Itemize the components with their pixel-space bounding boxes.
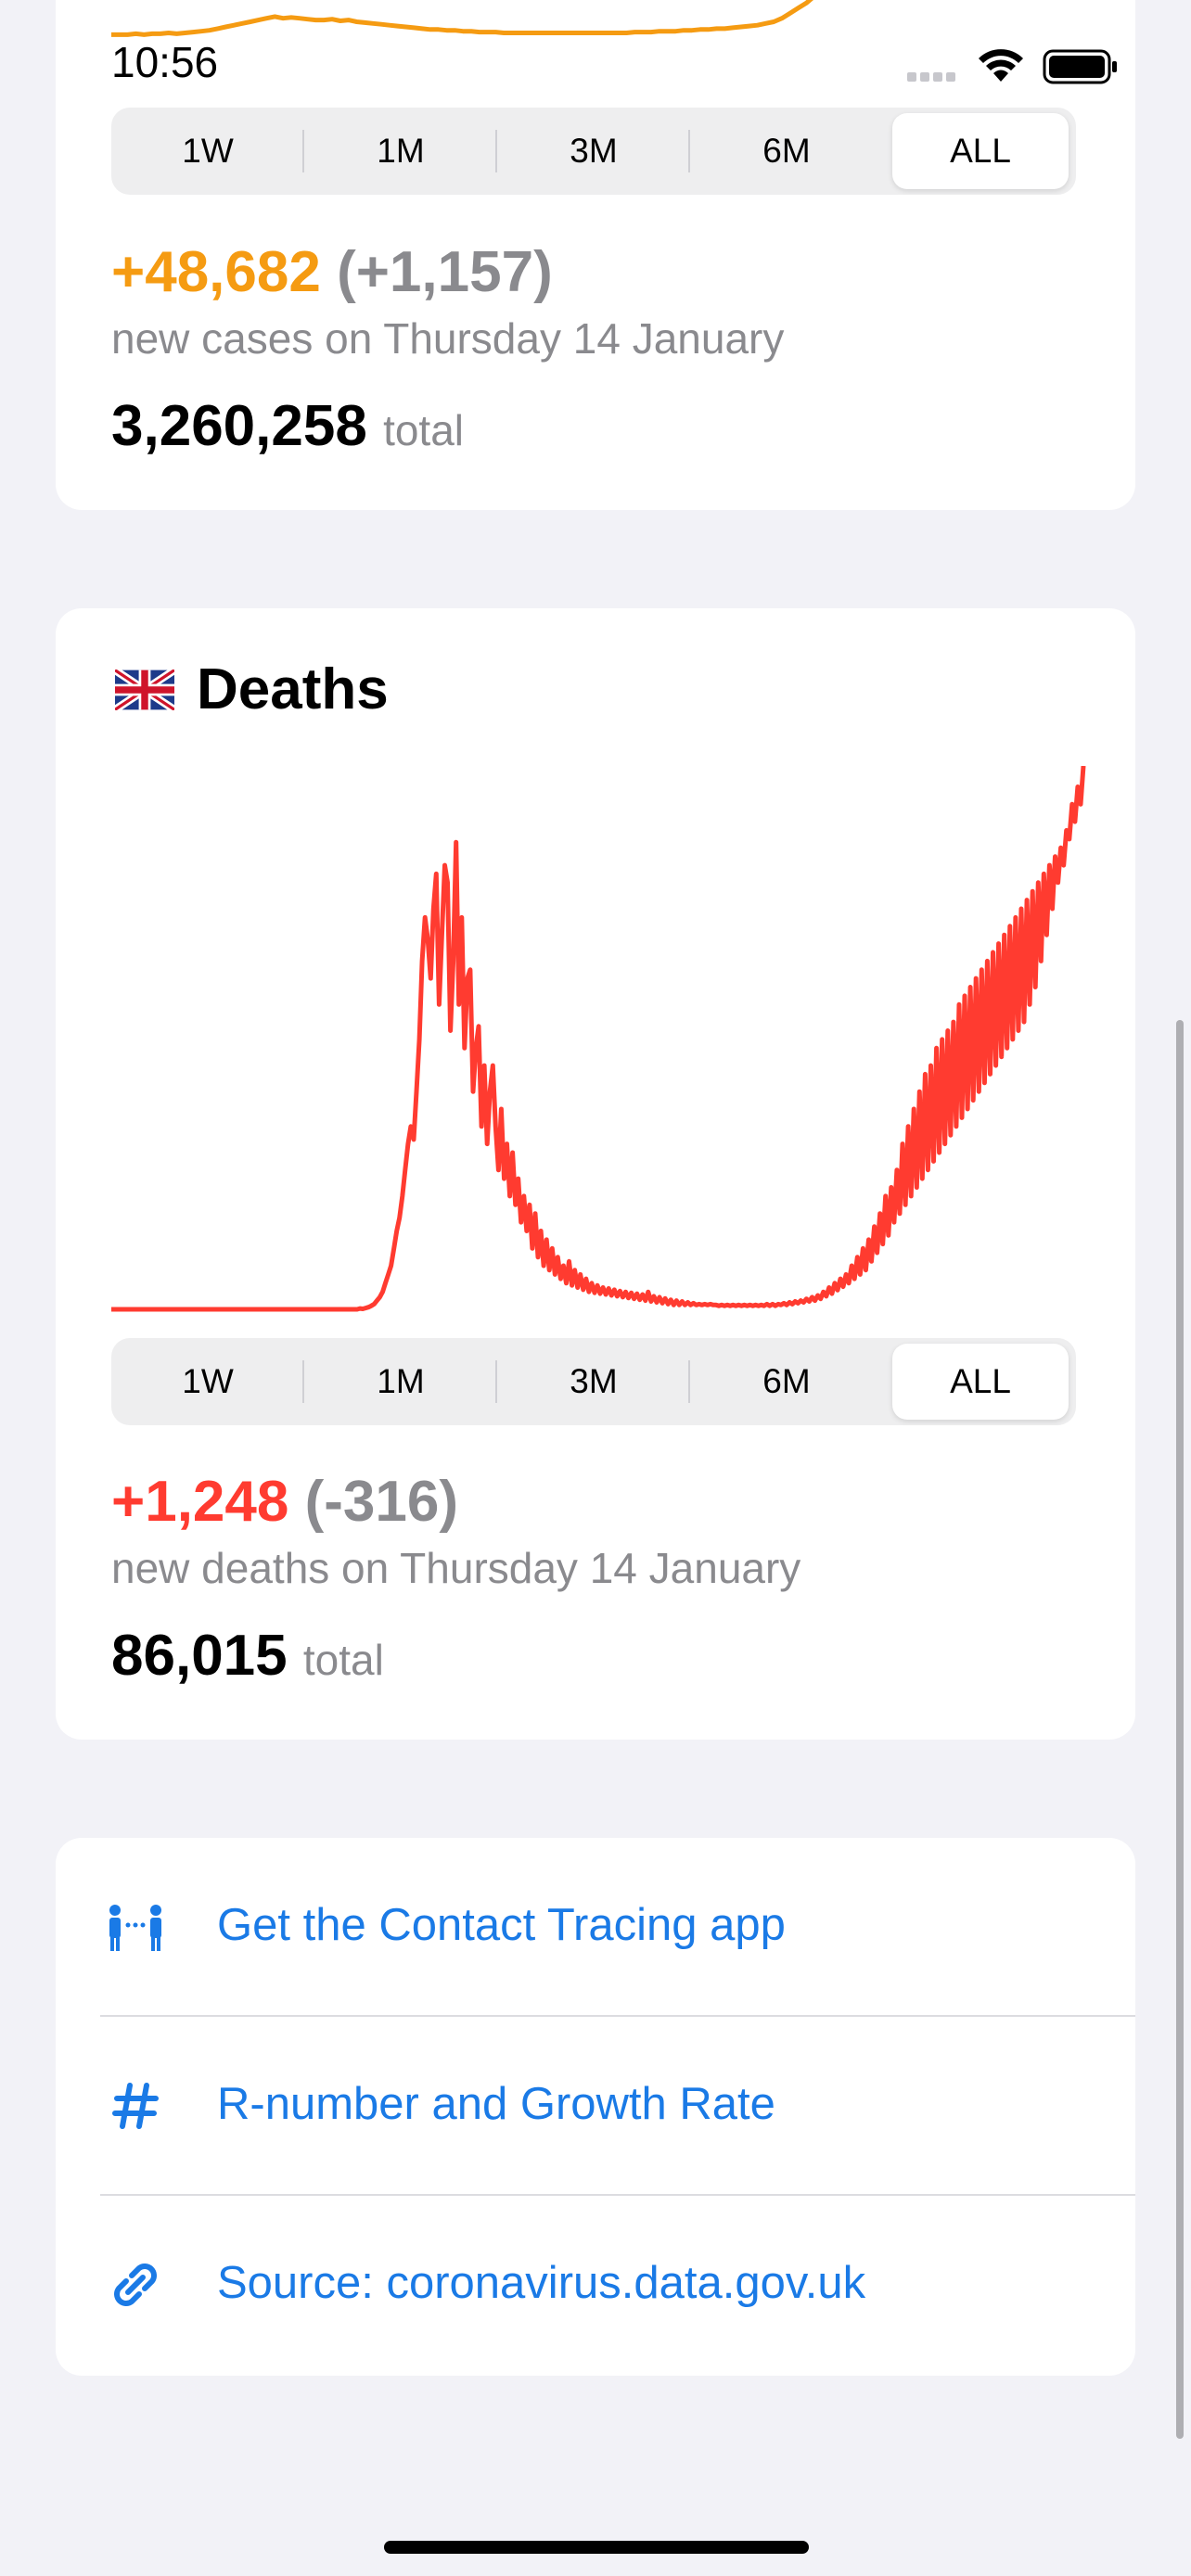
cases-new-stat: +48,682 (+1,157): [111, 239, 553, 305]
cases-total: 3,260,258 total: [111, 393, 464, 459]
cases-change: (+1,157): [337, 240, 553, 304]
deaths-subtitle: new deaths on Thursday 14 January: [111, 1544, 801, 1592]
link-source[interactable]: Source: coronavirus.data.gov.uk: [56, 2196, 1135, 2374]
status-time: 10:56: [111, 38, 219, 86]
deaths-total: 86,015 total: [111, 1623, 384, 1689]
deaths-range-1m[interactable]: 1M: [304, 1338, 497, 1425]
status-bar: 10:56: [0, 0, 1191, 139]
deaths-new-value: +1,248: [111, 1470, 289, 1534]
link-label: R-number and Growth Rate: [217, 2079, 775, 2129]
scroll-indicator[interactable]: [1176, 1020, 1184, 2439]
link-label: Source: coronavirus.data.gov.uk: [217, 2258, 866, 2308]
link-r-number[interactable]: R-number and Growth Rate: [56, 2017, 1135, 2195]
deaths-total-word: total: [302, 1636, 384, 1684]
deaths-range-picker[interactable]: 1W 1M 3M 6M ALL: [111, 1338, 1076, 1425]
hash-icon: [112, 2083, 159, 2129]
cases-new-value: +48,682: [111, 240, 321, 304]
deaths-series-line: [111, 766, 1086, 1312]
cases-subtitle: new cases on Thursday 14 January: [111, 314, 785, 363]
link-icon: [114, 2264, 157, 2306]
contact-tracing-icon: [109, 1905, 161, 1951]
uk-flag-icon: [115, 670, 174, 710]
deaths-range-1w[interactable]: 1W: [111, 1338, 304, 1425]
battery-icon: [1043, 49, 1117, 84]
link-label: Get the Contact Tracing app: [217, 1900, 786, 1950]
cases-total-word: total: [383, 406, 465, 454]
deaths-total-value: 86,015: [111, 1624, 288, 1688]
link-contact-tracing[interactable]: Get the Contact Tracing app: [56, 1838, 1135, 2016]
deaths-title: Deaths: [197, 657, 389, 721]
deaths-range-6m[interactable]: 6M: [690, 1338, 883, 1425]
deaths-range-3m[interactable]: 3M: [497, 1338, 690, 1425]
deaths-new-stat: +1,248 (-316): [111, 1469, 458, 1535]
home-indicator[interactable]: [384, 2541, 809, 2554]
links-card: Get the Contact Tracing app R-number and…: [56, 1838, 1135, 2376]
signal-icon: [907, 72, 955, 82]
deaths-range-all[interactable]: ALL: [892, 1344, 1069, 1420]
cases-total-value: 3,260,258: [111, 394, 367, 458]
deaths-chart: [111, 766, 1086, 1312]
deaths-change: (-316): [304, 1470, 458, 1534]
wifi-icon: [979, 49, 1023, 82]
